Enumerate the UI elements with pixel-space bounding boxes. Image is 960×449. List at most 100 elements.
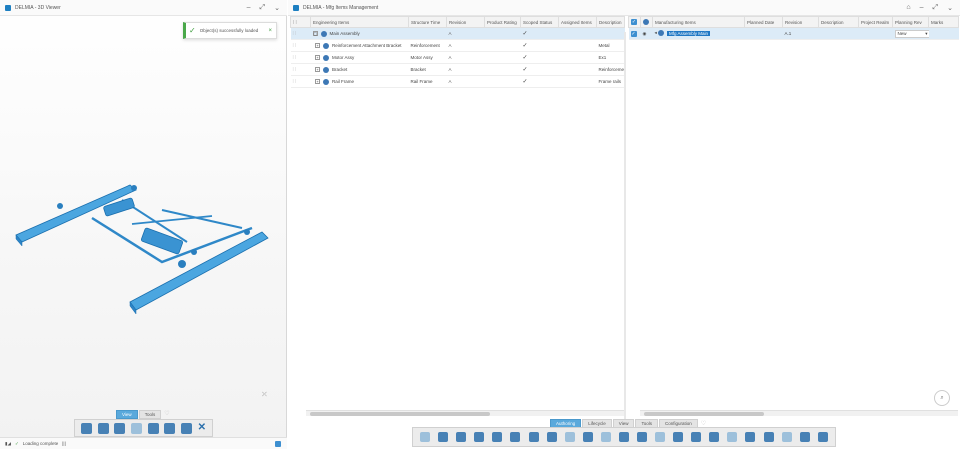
table-row[interactable]: ✓ ◉ ◂ Mfg Assembly Main A.1 New ▾ xyxy=(628,27,959,40)
scroll-thumb[interactable] xyxy=(644,412,764,416)
collapse-icon[interactable]: ▢ xyxy=(312,30,318,36)
collapse-icon[interactable]: ◂ xyxy=(655,31,657,36)
column-header[interactable]: Description xyxy=(596,16,625,28)
tree-cell[interactable]: + Reinforcement Attachment Bracket xyxy=(310,39,409,52)
row-handle[interactable]: ⁞ ⁞ xyxy=(290,51,311,64)
assembly-icon xyxy=(320,30,327,37)
item-name[interactable]: Mfg Assembly Main xyxy=(667,30,711,36)
row-handle[interactable]: ⁞ ⁞ xyxy=(290,39,311,52)
ruler-icon[interactable] xyxy=(709,432,720,442)
scroll-thumb[interactable] xyxy=(310,412,490,416)
tree-cell[interactable]: ◂ Mfg Assembly Main xyxy=(652,27,745,40)
tree-cell[interactable]: ▢ Main Assembly xyxy=(310,27,409,40)
tree-cell[interactable]: + Bracket xyxy=(310,63,409,76)
minimize-icon[interactable]: – xyxy=(920,4,924,12)
sync-icon[interactable] xyxy=(691,432,702,442)
column-header[interactable]: Scoped Status xyxy=(520,16,559,28)
table-row[interactable]: ⁞ ⁞ ▢ Main Assembly A ✓ xyxy=(290,27,625,40)
compare-icon[interactable] xyxy=(636,432,647,442)
column-header[interactable]: Revision xyxy=(446,16,485,28)
left-horizontal-scrollbar[interactable] xyxy=(306,410,624,416)
chevron-down-icon[interactable]: ⌄ xyxy=(947,4,953,12)
filter-icon[interactable] xyxy=(564,432,575,442)
column-header[interactable]: Project Realm xyxy=(858,16,893,28)
tab-view[interactable]: View xyxy=(116,410,138,419)
select-all-header[interactable]: ✓ xyxy=(628,16,641,28)
pane-divider[interactable] xyxy=(624,32,626,434)
right-horizontal-scrollbar[interactable] xyxy=(640,410,958,416)
scope-icon[interactable] xyxy=(510,432,521,442)
column-header[interactable]: Planning Rev xyxy=(892,16,929,28)
column-header[interactable]: Planned Date xyxy=(744,16,783,28)
dropdown-arrow-icon[interactable]: ▾ xyxy=(925,31,927,37)
group-icon[interactable] xyxy=(673,432,684,442)
table-row[interactable]: ⁞ ⁞ + Rail Frame Rail Frame A ✓ Frame rai… xyxy=(290,75,625,88)
tree-icon[interactable] xyxy=(582,432,593,442)
layout-icon[interactable] xyxy=(600,432,611,442)
maximize-icon[interactable]: ⤢ xyxy=(260,4,266,12)
home-icon[interactable] xyxy=(420,432,431,442)
home-icon[interactable]: ⌂ xyxy=(906,4,910,12)
link-icon[interactable] xyxy=(474,432,485,442)
columns-icon[interactable] xyxy=(781,432,792,442)
checkbox-icon[interactable]: ✓ xyxy=(630,30,637,37)
maximize-icon[interactable]: ⤢ xyxy=(933,4,939,12)
expand-icon[interactable]: + xyxy=(315,66,321,72)
table-row[interactable]: ⁞ ⁞ + Bracket Bracket A ✓ Reinforcement xyxy=(290,63,625,76)
cube-icon[interactable] xyxy=(528,432,539,442)
planning-dropdown[interactable]: New ▾ xyxy=(894,29,929,38)
eye-icon[interactable]: ◉ xyxy=(640,27,653,40)
expand-icon[interactable]: + xyxy=(315,42,321,48)
table-row[interactable]: ⁞ ⁞ + Motor Assy Motor Assy A ✓ Ex1 xyxy=(290,51,625,64)
close-icon[interactable]: × xyxy=(268,28,272,34)
minimize-icon[interactable]: – xyxy=(247,4,251,12)
assign-icon[interactable] xyxy=(492,432,503,442)
column-header[interactable]: Assigned Items xyxy=(558,16,597,28)
section-icon[interactable] xyxy=(164,422,176,434)
checkbox-icon[interactable]: ✓ xyxy=(631,19,637,25)
insert-icon[interactable] xyxy=(438,432,449,442)
pan-icon[interactable] xyxy=(97,422,109,434)
table-icon[interactable] xyxy=(763,432,774,442)
compass-icon[interactable]: ⤫ xyxy=(262,392,267,399)
fit-all-icon[interactable] xyxy=(130,422,142,434)
view-mode-icon[interactable] xyxy=(147,422,159,434)
column-header[interactable]: Revision xyxy=(782,16,819,28)
close-viewer-icon[interactable]: ✕ xyxy=(198,423,206,433)
tab-tools[interactable]: Tools xyxy=(138,410,162,419)
column-header[interactable]: Description xyxy=(818,16,859,28)
column-header[interactable]: Manufacturing Items xyxy=(652,16,745,28)
row-handle[interactable]: ⁞ ⁞ xyxy=(290,75,311,88)
expand-icon[interactable]: + xyxy=(315,78,321,84)
column-header[interactable]: Structure Time xyxy=(408,16,447,28)
split-icon[interactable] xyxy=(727,432,738,442)
heart-icon[interactable]: ♡ xyxy=(164,410,169,419)
gear-icon[interactable] xyxy=(618,432,629,442)
report-icon[interactable] xyxy=(745,432,756,442)
tree-cell[interactable]: + Rail Frame xyxy=(310,75,409,88)
3d-model-view[interactable] xyxy=(12,180,277,320)
planning-cell[interactable]: New ▾ xyxy=(892,27,929,40)
row-handle[interactable]: ⁞ ⁞ xyxy=(290,63,311,76)
expand-icon[interactable]: + xyxy=(315,54,321,60)
tree-cell[interactable]: + Motor Assy xyxy=(310,51,409,64)
row-checkbox[interactable]: ✓ xyxy=(628,27,641,40)
table-row[interactable]: ⁞ ⁞ + Reinforcement Attachment Bracket Re… xyxy=(290,39,625,52)
column-header[interactable]: Engineering Items xyxy=(310,16,409,28)
rotate-icon[interactable] xyxy=(114,422,126,434)
realm-cell xyxy=(858,27,893,40)
panel-toggle-icon[interactable] xyxy=(275,440,281,447)
chat-icon[interactable]: ⌕ xyxy=(934,390,950,406)
flow-icon[interactable] xyxy=(655,432,666,442)
row-handle[interactable]: ⁞ ⁞ xyxy=(290,27,311,40)
new-item-icon[interactable] xyxy=(546,432,557,442)
replace-icon[interactable] xyxy=(456,432,467,442)
measure-icon[interactable] xyxy=(180,422,192,434)
zoom-icon[interactable] xyxy=(80,422,92,434)
export-icon[interactable] xyxy=(799,432,810,442)
column-header[interactable]: Product Rating xyxy=(484,16,521,28)
chevron-down-icon[interactable]: ⌄ xyxy=(274,4,280,12)
settings-icon[interactable] xyxy=(817,432,828,442)
column-header[interactable]: Marks xyxy=(928,16,959,28)
heart-icon[interactable]: ♡ xyxy=(701,420,706,427)
